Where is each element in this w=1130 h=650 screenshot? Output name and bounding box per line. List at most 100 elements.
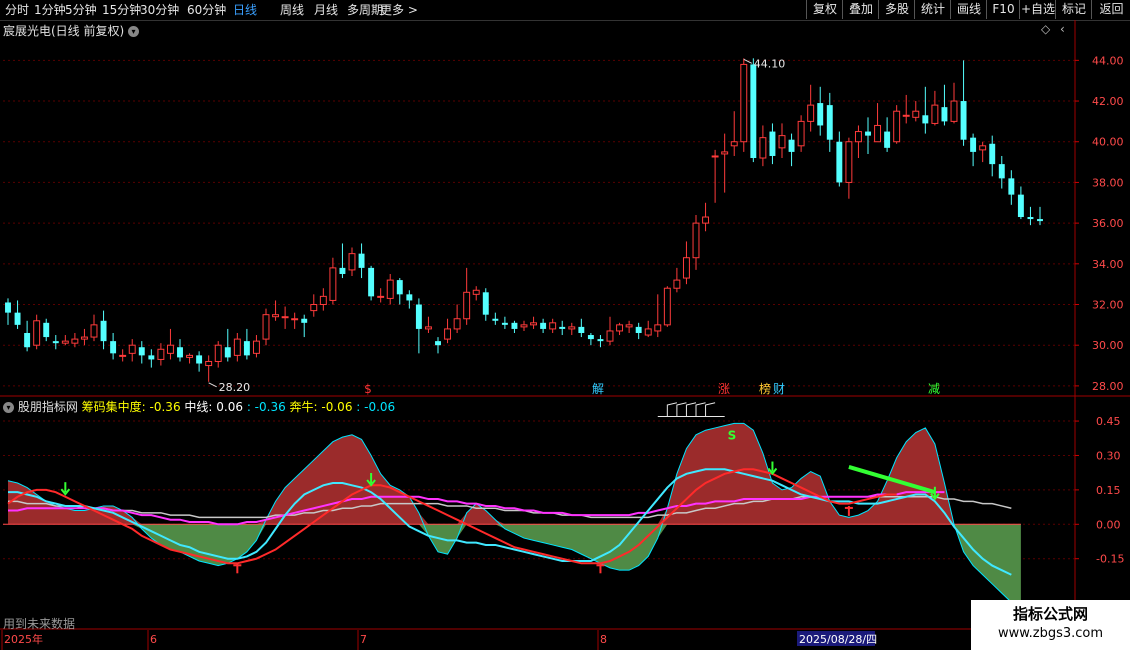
candle-body (635, 326, 642, 333)
time-label: 7 (360, 633, 367, 646)
event-marker[interactable]: 减 (928, 382, 940, 396)
price-tick-label: 34.00 (1092, 258, 1124, 271)
price-tick-label: 38.00 (1092, 176, 1124, 189)
candle-body (692, 222, 700, 259)
candle-body (998, 164, 1005, 179)
indicator-title: ▾ 股朋指标网 筹码集中度: -0.36 中线: 0.06 : -0.36 奔牛… (3, 398, 395, 415)
period-tab[interactable]: 更多 > (380, 2, 418, 18)
period-tab[interactable]: 分时 (5, 2, 29, 18)
candle-body (865, 131, 871, 136)
candle-body (291, 318, 299, 321)
candle-body (453, 318, 461, 330)
candle-body (1008, 178, 1015, 195)
toolbar-button[interactable]: F10 (986, 0, 1020, 19)
candle-body (711, 155, 719, 158)
candle-body (625, 324, 633, 328)
period-tab[interactable]: 多周期 (347, 2, 383, 18)
low-price-label: 28.20 (219, 381, 251, 394)
chevron-left-icon[interactable]: ‹ (1060, 22, 1065, 36)
period-tab[interactable]: 日线 (233, 2, 257, 18)
candle-body (778, 135, 786, 149)
future-data-note: 用到未来数据 (3, 617, 76, 631)
candle-body (396, 280, 403, 295)
event-marker[interactable]: 涨 (718, 381, 730, 396)
price-tick-label: 32.00 (1092, 299, 1124, 312)
candle-body (368, 267, 375, 297)
price-tick-label: 28.00 (1092, 380, 1124, 393)
period-tab[interactable]: 周线 (280, 2, 304, 18)
period-tab[interactable]: 1分钟 (34, 2, 66, 18)
toolbar-button[interactable]: 标记 (1055, 0, 1092, 19)
candle-body (157, 348, 165, 360)
chevron-down-icon[interactable]: ▾ (3, 402, 14, 413)
toolbar-button[interactable]: 复权 (806, 0, 843, 19)
candle-body (922, 115, 929, 124)
event-marker[interactable]: 财 (773, 382, 785, 396)
candle-body (530, 322, 538, 326)
watermark-logo: 指标公式网 www.zbgs3.com (971, 600, 1130, 650)
candle-body (214, 344, 222, 362)
indicator-values: 筹码集中度: -0.36 中线: 0.06 : -0.36 奔牛: -0.06 … (82, 400, 396, 414)
indicator-tick-label: 0.00 (1096, 518, 1121, 531)
candle-body (492, 318, 499, 321)
candle-body (682, 257, 690, 279)
concentration-negative-area (8, 524, 1021, 607)
indicator-tick-label: 0.15 (1096, 484, 1121, 497)
period-tab[interactable]: 月线 (314, 2, 338, 18)
candle-body (358, 253, 365, 268)
candlestick-series: 44.10 28.20 (5, 57, 1043, 394)
candle-body (597, 339, 604, 342)
candle-body (989, 143, 996, 165)
period-toolbar: 分时 1分钟 5分钟 15分钟 30分钟 60分钟 日线 周线 月线 多周期 更多 > 复权 叠加 多股统… (0, 0, 1130, 21)
candle-body (319, 295, 327, 306)
candle-body (817, 103, 824, 126)
indicator-tick-label: -0.15 (1096, 553, 1124, 566)
candle-body (884, 131, 891, 148)
main-grid (3, 59, 1075, 387)
event-marker[interactable]: 解 (592, 382, 604, 396)
candle-body (310, 304, 318, 312)
toolbar-button[interactable]: +自选 (1019, 0, 1056, 19)
indicator-value: : -0.36 (243, 400, 286, 414)
candle-body (1027, 217, 1034, 220)
indicator-name[interactable]: 股朋指标网 (18, 400, 78, 414)
candle-body (902, 114, 910, 117)
candle-body (845, 141, 853, 183)
stock-title[interactable]: 宸展光电(日线 前复权) ▾ (3, 22, 140, 39)
chevron-down-icon[interactable]: ▾ (128, 26, 140, 37)
indicator-axis: 0.45 0.30 0.15 0.00 -0.15 (1075, 415, 1124, 566)
toolbar-button[interactable]: 画线 (950, 0, 987, 19)
period-tab[interactable]: 5分钟 (65, 2, 97, 18)
candle-body (511, 322, 518, 329)
candle-body (540, 322, 547, 329)
stock-title-text: 宸展光电(日线 前复权) (3, 24, 125, 38)
candle-body (33, 320, 41, 346)
candle-body (1037, 219, 1043, 222)
candle-body (177, 347, 183, 358)
period-tab[interactable]: 30分钟 (140, 2, 179, 18)
candle-body (874, 124, 882, 143)
toolbar-button[interactable]: 返回 (1091, 0, 1130, 19)
candle-body (435, 341, 441, 346)
stock-chart-canvas[interactable]: 44.10 28.20 S 44.00 42.00 40.00 38.00 36.00 34… (0, 20, 1130, 650)
candle-body (329, 267, 337, 301)
candle-body (1017, 194, 1024, 218)
candle-body (663, 287, 671, 326)
period-tab[interactable]: 15分钟 (102, 2, 141, 18)
candle-body (807, 104, 815, 122)
candle-body (233, 338, 241, 356)
cursor-date-label: 2025/08/28/四 (799, 633, 877, 646)
diamond-icon[interactable]: ◇ (1041, 22, 1050, 36)
toolbar-button[interactable]: 叠加 (842, 0, 879, 19)
price-tick-label: 40.00 (1092, 136, 1124, 149)
event-marker[interactable]: 榜 (759, 381, 771, 396)
signal-s-label: S (728, 428, 737, 442)
toolbar-button[interactable]: 多股 (878, 0, 915, 19)
candle-body (730, 141, 738, 147)
candle-body (166, 344, 174, 354)
toolbar-button[interactable]: 统计 (914, 0, 951, 19)
candle-body (138, 347, 145, 356)
candle-body (61, 340, 69, 344)
event-marker[interactable]: $ (364, 382, 372, 396)
period-tab[interactable]: 60分钟 (187, 2, 226, 18)
